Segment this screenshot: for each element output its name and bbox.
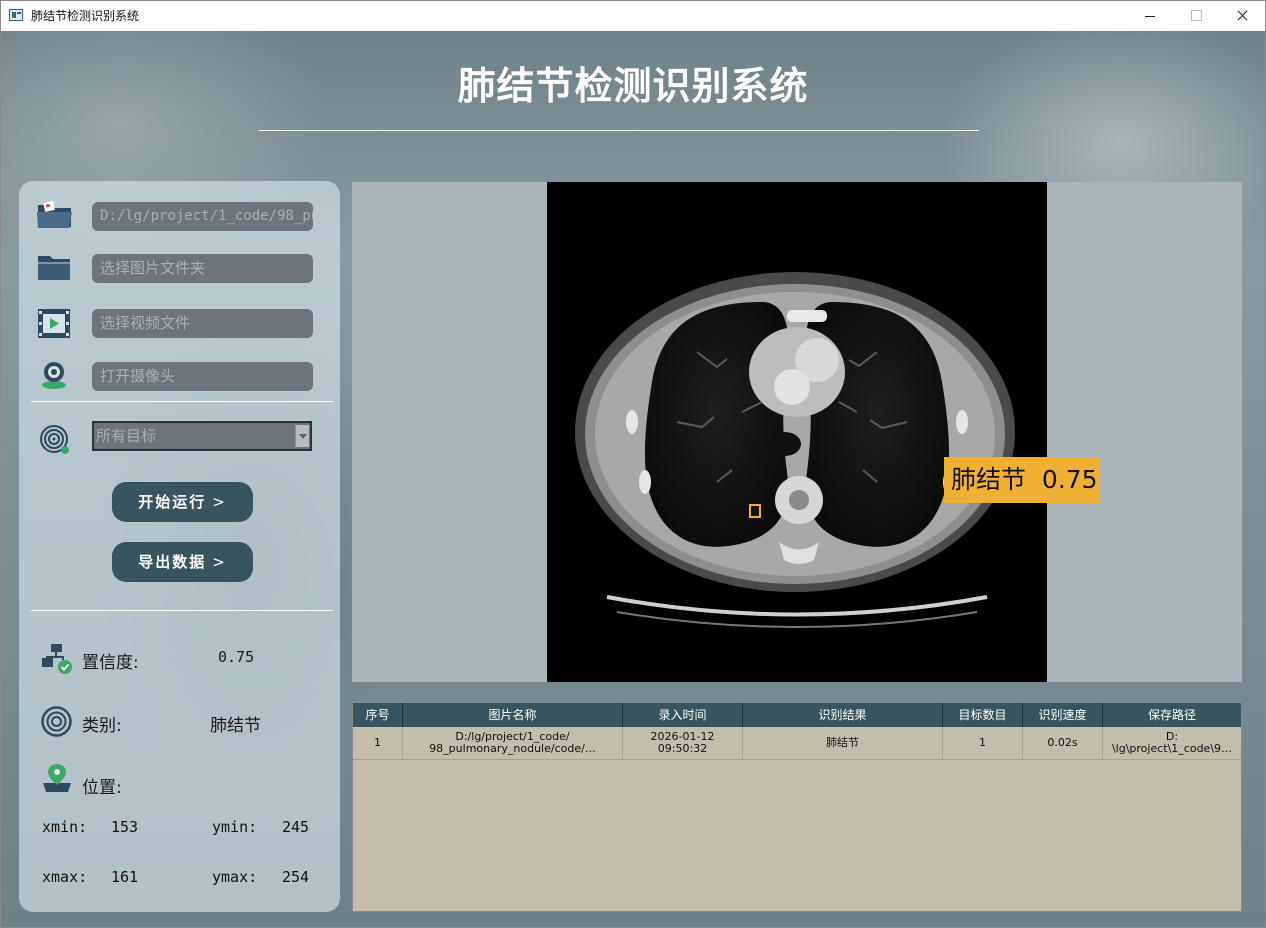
cell-save-path-line: \lg\project\1_code\9… — [1111, 742, 1233, 755]
title-divider — [259, 130, 979, 131]
cell-result: 肺结节 — [743, 727, 943, 759]
close-button[interactable] — [1219, 1, 1265, 31]
folder-icon[interactable] — [37, 253, 71, 281]
ymin-label: ymin: — [212, 818, 258, 836]
position-label: 位置: — [82, 778, 122, 798]
chevron-down-icon[interactable] — [295, 425, 309, 447]
detection-class: 肺结节 — [951, 465, 1027, 494]
results-table[interactable]: 序号 图片名称 录入时间 识别结果 目标数目 识别速度 保存路径 1 D:/lg… — [352, 702, 1242, 912]
column-header[interactable]: 序号 — [353, 703, 403, 727]
xmax-value: 161 — [111, 868, 139, 886]
ct-scan-image: 肺结节 0.75 — [547, 182, 1100, 682]
video-file-icon[interactable] — [38, 309, 70, 338]
cell-index: 1 — [353, 727, 403, 759]
location-pin-icon — [43, 764, 71, 792]
app-window: 肺结节检测识别系统 肺结节检测识别系统 D:/lg/project/1_code… — [0, 0, 1266, 928]
cell-save-path: D: \lg\project\1_code\9… — [1103, 727, 1241, 759]
ymax-label: ymax: — [212, 868, 258, 886]
minimize-button[interactable] — [1127, 1, 1173, 31]
class-icon — [41, 706, 72, 737]
cell-image-name: D:/lg/project/1_code/ 98_pulmonary_nodul… — [403, 727, 623, 759]
detection-label: 肺结节 0.75 — [944, 457, 1100, 503]
video-file-input[interactable]: 选择视频文件 — [92, 309, 313, 338]
image-file-input[interactable]: D:/lg/project/1_code/98_pul — [92, 202, 313, 231]
run-button-label: 开始运行 — [138, 493, 207, 511]
confidence-label: 置信度: — [82, 653, 139, 673]
ymin-value: 245 — [282, 818, 310, 836]
column-header[interactable]: 识别结果 — [743, 703, 943, 727]
window-title: 肺结节检测识别系统 — [31, 9, 140, 23]
app-icon — [9, 9, 23, 21]
confidence-icon — [42, 644, 72, 674]
chevron-right-icon: > — [212, 493, 227, 511]
xmax-label: xmax: — [42, 868, 88, 886]
ct-scan-graphic — [575, 272, 1015, 628]
detection-score: 0.75 — [1041, 465, 1098, 494]
target-icon — [40, 425, 69, 454]
xmin-label: xmin: — [42, 818, 88, 836]
export-button[interactable]: 导出数据 > — [112, 542, 253, 582]
confidence-value: 0.75 — [218, 648, 255, 666]
cell-count: 1 — [943, 727, 1023, 759]
cell-image-name-line: 98_pulmonary_nodule/code/… — [429, 742, 596, 755]
camera-icon[interactable] — [40, 361, 68, 389]
column-header[interactable]: 识别速度 — [1023, 703, 1103, 727]
section-divider — [31, 401, 333, 402]
xmin-value: 153 — [111, 818, 139, 836]
image-display: 肺结节 0.75 — [352, 182, 1242, 682]
open-folder-icon[interactable] — [36, 200, 73, 229]
main-client-area: 肺结节检测识别系统 D:/lg/project/1_code/98_pul 选择… — [1, 31, 1265, 927]
column-header[interactable]: 目标数目 — [943, 703, 1023, 727]
class-value: 肺结节 — [210, 716, 261, 736]
camera-input[interactable]: 打开摄像头 — [92, 362, 313, 391]
class-label: 类别: — [82, 716, 122, 736]
run-button[interactable]: 开始运行 > — [112, 482, 253, 522]
ymax-value: 254 — [282, 868, 310, 886]
cell-speed: 0.02s — [1023, 727, 1103, 759]
column-header[interactable]: 保存路径 — [1103, 703, 1241, 727]
column-header[interactable]: 图片名称 — [403, 703, 623, 727]
target-select[interactable]: 所有目标 — [92, 421, 312, 451]
title-bar: 肺结节检测识别系统 — [1, 1, 1265, 31]
column-header[interactable]: 录入时间 — [623, 703, 743, 727]
export-button-label: 导出数据 — [138, 553, 207, 571]
control-panel: D:/lg/project/1_code/98_pul 选择图片文件夹 选择视频… — [19, 181, 340, 912]
maximize-button[interactable] — [1173, 1, 1219, 31]
chevron-right-icon: > — [212, 553, 227, 571]
cell-time: 2026-01-12 09:50:32 — [623, 727, 743, 759]
table-header: 序号 图片名称 录入时间 识别结果 目标数目 识别速度 保存路径 — [353, 703, 1241, 727]
cell-time-clock: 09:50:32 — [657, 742, 708, 755]
image-folder-input[interactable]: 选择图片文件夹 — [92, 254, 313, 283]
table-row[interactable]: 1 D:/lg/project/1_code/ 98_pulmonary_nod… — [353, 727, 1241, 760]
section-divider — [31, 610, 333, 611]
target-select-value: 所有目标 — [96, 427, 157, 445]
page-title: 肺结节检测识别系统 — [457, 64, 809, 108]
